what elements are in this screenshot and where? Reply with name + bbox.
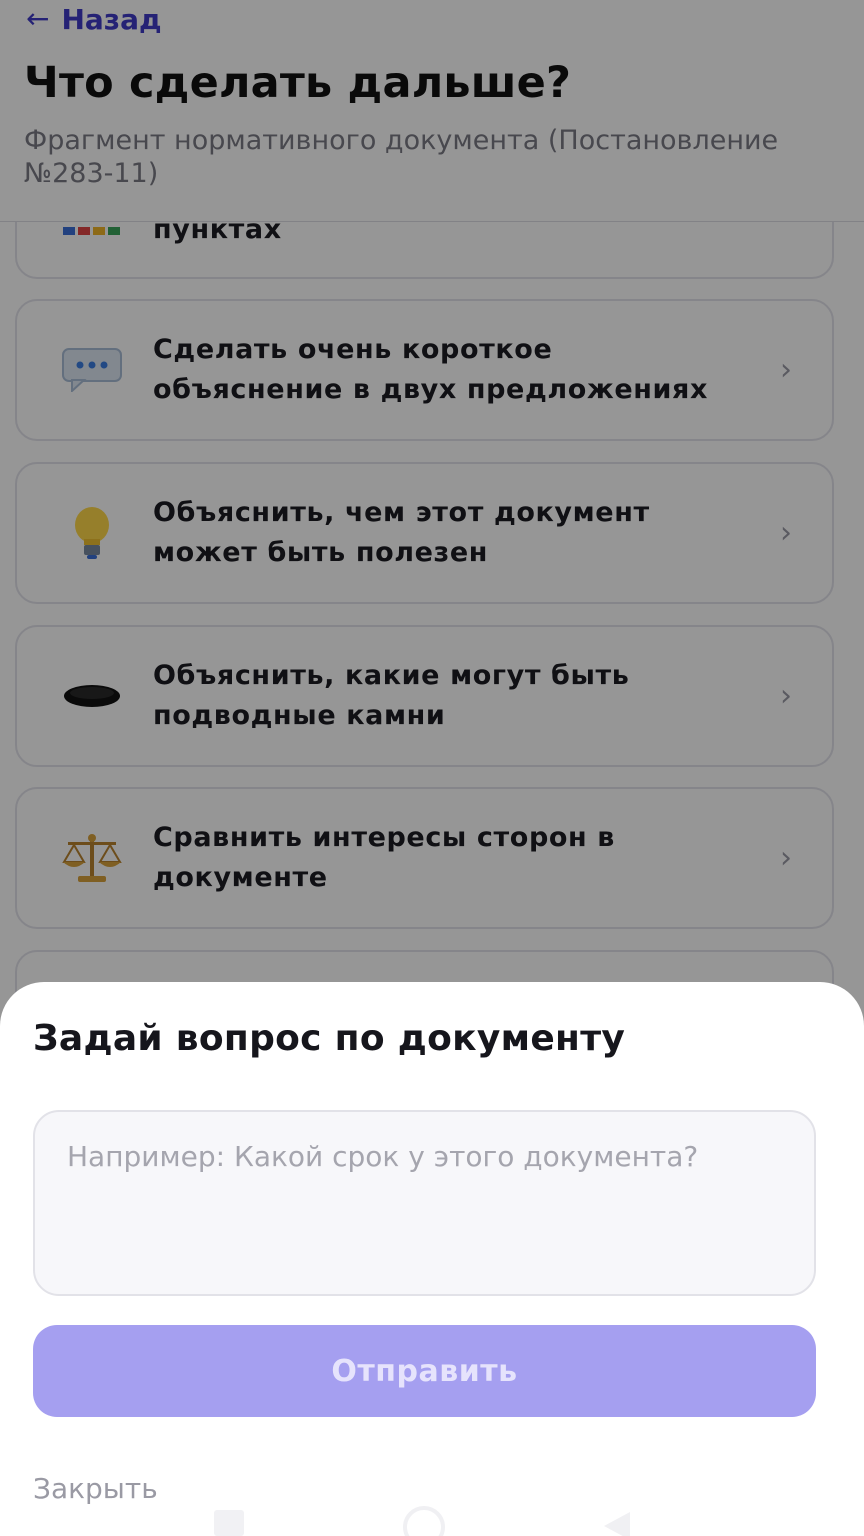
send-button[interactable]: Отправить [33, 1325, 816, 1417]
question-sheet: Задай вопрос по документу Отправить Закр… [0, 982, 864, 1536]
recent-apps-icon[interactable] [214, 1510, 244, 1536]
question-input[interactable] [33, 1110, 816, 1296]
screen: ← Назад Что сделать дальше? Фрагмент нор… [0, 0, 864, 1536]
sheet-title: Задай вопрос по документу [33, 1018, 626, 1059]
home-icon[interactable] [403, 1506, 445, 1536]
system-back-icon[interactable] [604, 1512, 630, 1536]
system-nav-bar [0, 1500, 864, 1536]
